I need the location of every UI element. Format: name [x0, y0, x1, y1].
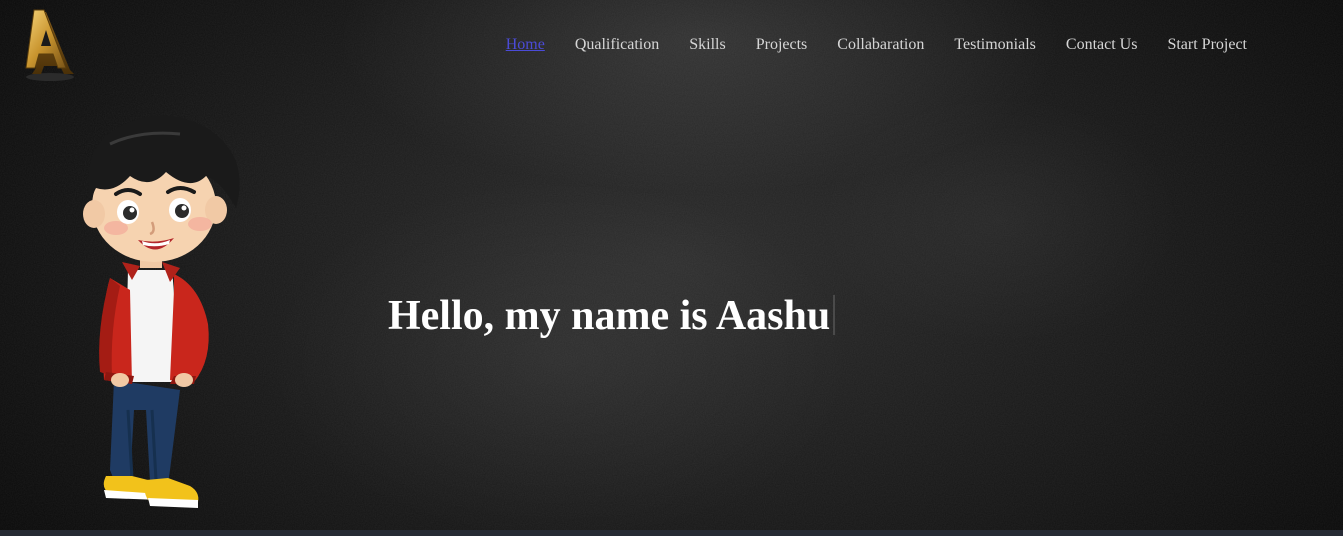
hero-title: Hello, my name is Aashu	[388, 288, 836, 344]
nav-link-collabaration[interactable]: Collabaration	[837, 36, 924, 54]
nav-link-projects[interactable]: Projects	[756, 36, 808, 54]
nav-link-qualification[interactable]: Qualification	[575, 36, 659, 54]
page: A Home Qualification Skills Projects Collaba…	[0, 0, 1343, 536]
svg-text:A: A	[28, 18, 29, 21]
gold-letter-a-logo-icon: A	[25, 9, 74, 81]
logo-link[interactable]: A	[22, 6, 78, 82]
cartoon-boy-illustration	[83, 115, 240, 508]
nav-link-home[interactable]: Home	[506, 36, 545, 54]
nav-link-contact-us[interactable]: Contact Us	[1066, 36, 1138, 54]
typing-caret	[833, 295, 836, 335]
nav-link-skills[interactable]: Skills	[689, 36, 725, 54]
nav-link-start-project[interactable]: Start Project	[1167, 36, 1247, 54]
hero-title-text: Hello, my name is Aashu	[388, 293, 831, 339]
main-nav: Home Qualification Skills Projects Collabara…	[440, 36, 1247, 54]
bottom-bar	[0, 530, 1343, 536]
nav-link-testimonials[interactable]: Testimonials	[954, 36, 1036, 54]
